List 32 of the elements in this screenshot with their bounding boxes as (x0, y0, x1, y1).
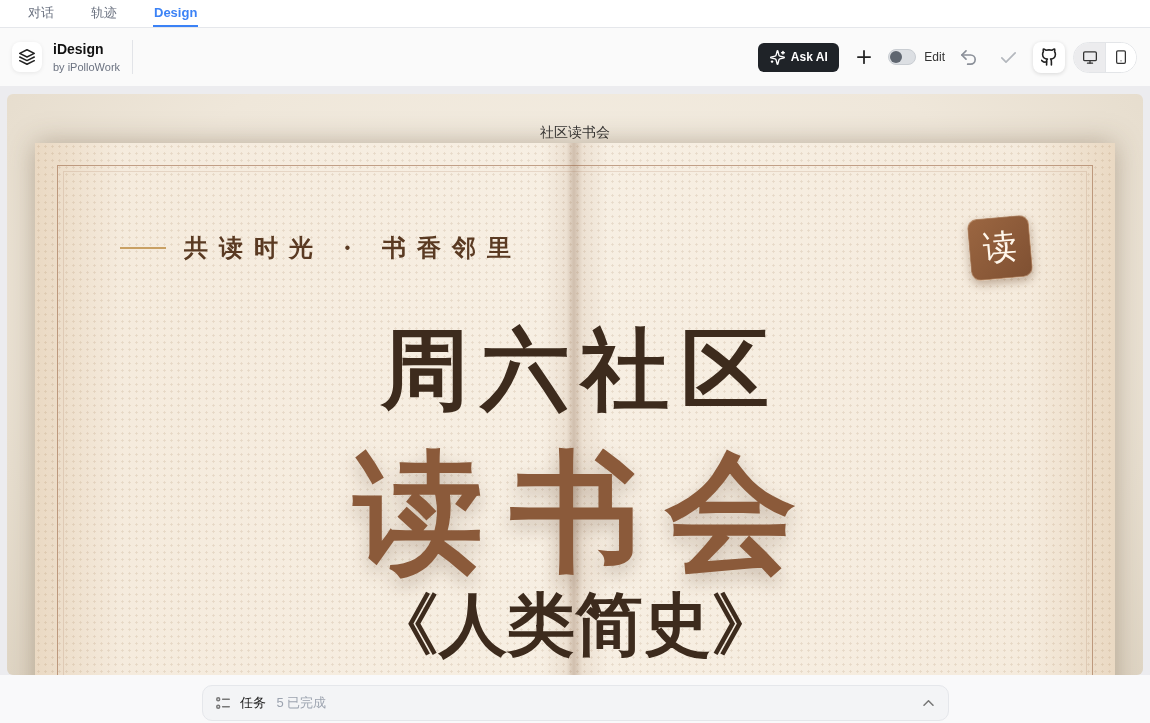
tab[interactable]: 轨迹 (90, 0, 118, 27)
poster-headline: 周六社区 (380, 321, 781, 418)
plus-icon (857, 50, 872, 64)
mobile-view-button[interactable] (1105, 42, 1136, 72)
app-name: iDesign (53, 39, 105, 58)
check-icon (1001, 51, 1016, 63)
app-byline: by iPolloWork (53, 59, 121, 75)
poster-title: 读书会 (351, 439, 822, 583)
canvas-title: 社区读书会 (540, 123, 610, 142)
undo-button[interactable] (961, 49, 976, 65)
undo-icon (961, 49, 976, 65)
edit-label: Edit (924, 50, 945, 64)
phone-icon (1116, 50, 1126, 64)
edit-switch[interactable] (888, 49, 917, 65)
add-button[interactable] (857, 50, 872, 64)
desktop-view-button[interactable] (1074, 42, 1105, 72)
accent-line (120, 247, 166, 249)
sparkles-icon (769, 49, 785, 65)
github-button[interactable] (1033, 41, 1065, 73)
task-status: 5 已完成 (276, 694, 327, 712)
ask-ai-button[interactable]: Ask AI (758, 42, 840, 72)
book-title: 《人类简史》 (371, 586, 779, 662)
layers-icon (12, 42, 42, 72)
task-bar[interactable]: 任务 5 已完成 (201, 685, 949, 721)
chevron-up-icon (922, 700, 934, 706)
list-icon (215, 697, 230, 709)
tab[interactable]: 对话 (27, 0, 55, 27)
monitor-icon (1082, 50, 1097, 64)
poster-tagline: 共读时光 · 书香邻里 (184, 232, 523, 264)
poster-stamp: 读 (966, 214, 1034, 282)
github-icon (1041, 48, 1057, 66)
task-label: 任务 (239, 694, 266, 712)
